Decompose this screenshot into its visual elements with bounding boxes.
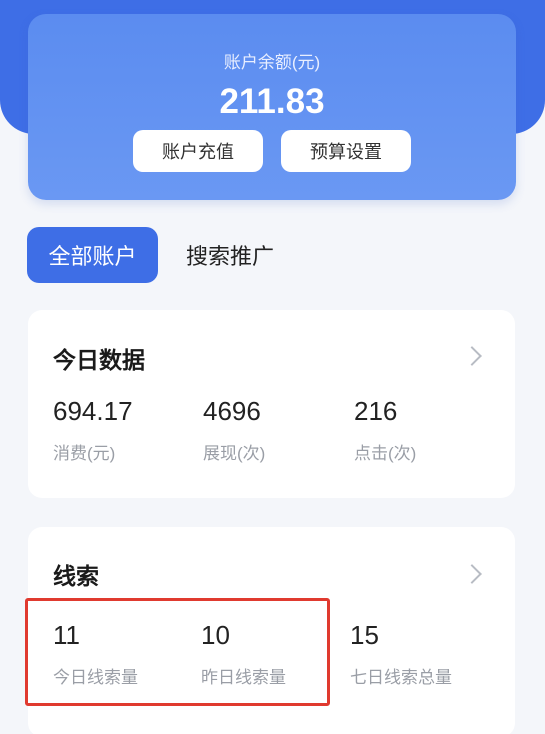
stat-clicks: 216 点击(次)	[354, 396, 416, 464]
leads-title: 线索	[53, 563, 99, 589]
stat-seven-day-leads: 15 七日线索总量	[350, 620, 452, 688]
chevron-right-icon[interactable]	[462, 564, 482, 584]
stat-label: 点击(次)	[354, 444, 417, 463]
stat-label: 七日线索总量	[350, 668, 452, 687]
balance-label: 账户余额(元)	[223, 53, 321, 72]
balance-value: 211.83	[219, 82, 325, 121]
tab-search-promotion[interactable]: 搜索推广	[170, 227, 290, 283]
stat-value: 694.17	[53, 396, 133, 426]
stat-spend: 694.17 消费(元)	[53, 396, 133, 464]
balance-card: 账户余额(元) 211.83 账户充值 预算设置	[28, 14, 516, 200]
stat-value: 216	[354, 396, 398, 426]
chevron-right-icon[interactable]	[462, 346, 482, 366]
highlight-annotation-box	[25, 598, 330, 706]
today-data-panel[interactable]: 今日数据 694.17 消费(元) 4696 展现(次) 216 点击(次)	[28, 310, 515, 498]
stat-impressions: 4696 展现(次)	[203, 396, 265, 464]
budget-settings-button[interactable]: 预算设置	[281, 130, 411, 172]
stat-label: 消费(元)	[53, 444, 116, 463]
stat-value: 15	[350, 620, 379, 650]
recharge-button[interactable]: 账户充值	[133, 130, 263, 172]
stat-label: 展现(次)	[203, 444, 266, 463]
stat-value: 4696	[203, 396, 261, 426]
tab-all-accounts[interactable]: 全部账户	[27, 227, 158, 283]
today-data-title: 今日数据	[53, 347, 145, 373]
